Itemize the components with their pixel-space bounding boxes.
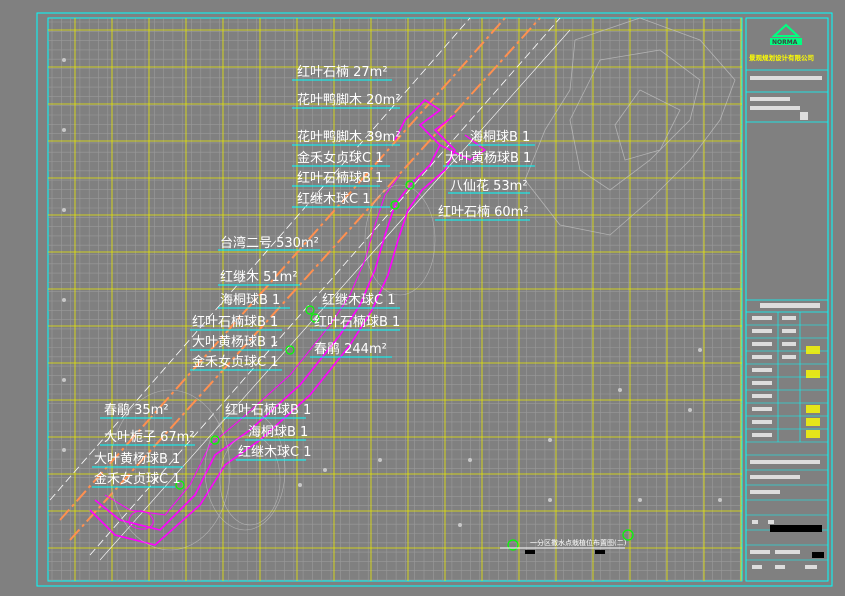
label-l9: 八仙花 53m² <box>450 178 528 194</box>
drawing-subtitle: 一分区撒水点栽植位布置图(二) <box>530 538 627 547</box>
label-l14: 红叶石楠球B 1 <box>192 314 278 330</box>
label-l10: 红叶石楠 60m² <box>438 204 529 220</box>
logo-text: NORMA <box>772 39 798 46</box>
label-l26: 红继木球C 1 <box>238 444 311 460</box>
label-l4: 金禾女贞球C 1 <box>297 150 383 166</box>
label-l8: 大叶黄杨球B 1 <box>445 151 531 166</box>
company-logo: NORMA <box>770 23 802 46</box>
label-l21: 大叶栀子 67m² <box>104 430 195 445</box>
label-l12: 红继木 51m² <box>220 269 298 285</box>
label-l6: 红继木球C 1 <box>297 191 370 207</box>
label-l7: 海桐球B 1 <box>470 130 530 145</box>
label-l17: 红继木球C 1 <box>322 292 395 308</box>
label-l16: 金禾女贞球C 1 <box>192 354 278 370</box>
label-l24: 红叶石楠球B 1 <box>225 402 311 418</box>
label-l5: 红叶石楠球B 1 <box>297 170 383 186</box>
label-l20: 春鹃 35m² <box>104 402 169 418</box>
company-name: 景观规划设计有限公司 <box>749 53 814 62</box>
label-l15: 大叶黄杨球B 1 <box>192 335 278 350</box>
label-l18: 红叶石楠球B 1 <box>314 314 400 330</box>
label-l25: 海桐球B 1 <box>248 425 308 440</box>
label-l1: 红叶石楠 27m² <box>297 64 388 80</box>
label-l2: 花叶鸭脚木 20m² <box>297 92 401 108</box>
label-l3: 花叶鸭脚木 39m² <box>297 129 401 145</box>
label-l13: 海桐球B 1 <box>220 293 280 308</box>
title-block: NORMA 景观规划设计有限公司 <box>745 17 829 582</box>
label-l23: 金禾女贞球C 1 <box>94 471 180 487</box>
cad-drawing-canvas: 红叶石楠 27m² 花叶鸭脚木 20m² 花叶鸭脚木 39m² 金禾女贞球C 1… <box>36 12 833 587</box>
label-l19: 春鹃 244m² <box>314 341 387 357</box>
label-l11: 台湾二号 530m² <box>220 235 319 251</box>
label-l22: 大叶黄杨球B 1 <box>94 452 180 467</box>
